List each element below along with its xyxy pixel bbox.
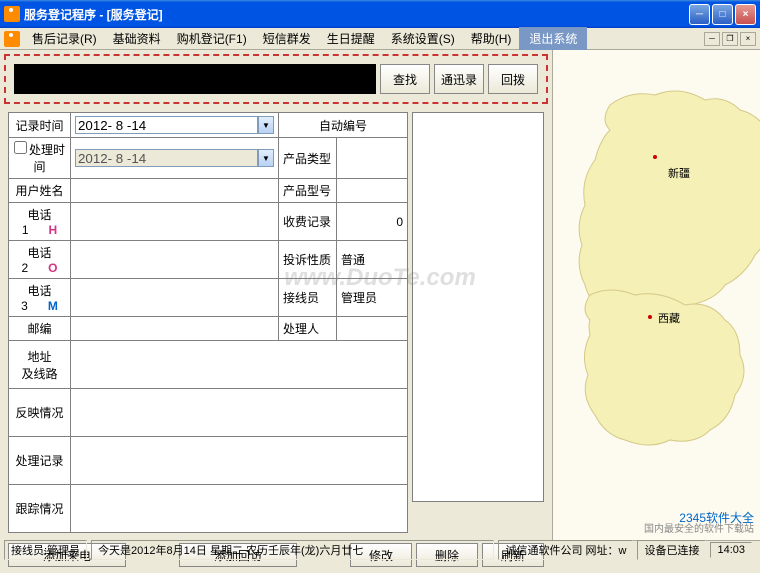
charge-record-label: 收费记录 [279,203,337,241]
operator-value[interactable]: 管理员 [337,279,408,317]
handler-label: 处理人 [279,317,337,341]
menu-help[interactable]: 帮助(H) [463,27,520,50]
address-label: 地址 及线路 [9,341,71,389]
contacts-button[interactable]: 通迅录 [434,64,484,94]
product-model-label: 产品型号 [279,179,337,203]
mdi-minimize[interactable]: ─ [704,32,720,46]
find-button[interactable]: 查找 [380,64,430,94]
menu-exit[interactable]: 退出系统 [519,27,587,50]
display-panel [412,112,544,502]
menu-bar: 售后记录(R) 基础资料 购机登记(F1) 短信群发 生日提醒 系统设置(S) … [0,28,760,50]
phone3-label: 电话3 [21,284,51,313]
status-date: 今天是2012年8月14日 星期二 农历壬辰年(龙)六月廿七 [91,540,494,560]
callback-button[interactable]: 回拨 [488,64,538,94]
postcode-value[interactable] [71,317,279,341]
process-time-label: 处理时间 [29,143,65,174]
menu-after-sales[interactable]: 售后记录(R) [24,27,105,50]
phone3-value[interactable] [71,279,279,317]
product-category-label: 产品类型 [279,138,337,179]
charge-record-value[interactable]: 0 [337,203,408,241]
complaint-nature-value[interactable]: 普通 [337,241,408,279]
menu-birthday[interactable]: 生日提醒 [319,27,383,50]
title-bar: 服务登记程序 - [服务登记] ─ □ × [0,0,760,28]
handler-value[interactable] [337,317,408,341]
process-record-label: 处理记录 [9,437,71,485]
process-time-dropdown[interactable]: ▼ [258,149,274,167]
menu-sms[interactable]: 短信群发 [255,27,319,50]
operator-label: 接线员 [279,279,337,317]
phone1-label: 电话1 [22,208,52,237]
phone3-letter: M [48,299,58,313]
phone2-label: 电话2 [21,246,51,275]
product-model-value[interactable] [337,179,408,203]
user-name-label: 用户姓名 [9,179,71,203]
search-display [14,64,376,94]
product-category-value[interactable] [337,138,408,179]
map-dot-xinjiang [653,155,657,159]
status-device: 设备已连接 [637,540,706,560]
maximize-button[interactable]: □ [712,4,733,25]
user-name-value[interactable] [71,179,279,203]
map-dot-xizang [648,315,652,319]
window-title: 服务登记程序 - [服务登记] [24,6,689,23]
close-button[interactable]: × [735,4,756,25]
map-label-xizang: 西藏 [658,310,680,326]
tracking-textarea[interactable] [71,485,407,529]
menu-settings[interactable]: 系统设置(S) [383,27,463,50]
corner-line2: 国内最安全的软件下载站 [644,524,754,536]
address-textarea[interactable] [71,341,407,385]
mdi-restore[interactable]: ❐ [722,32,738,46]
menu-purchase[interactable]: 购机登记(F1) [169,27,255,50]
corner-logo: 2345软件大全 国内最安全的软件下载站 [644,512,754,536]
form-table: 记录时间 ▼ 自动编号 处理时间 [8,112,408,533]
complaint-nature-label: 投诉性质 [279,241,337,279]
status-bar: 接线员:管理员 今天是2012年8月14日 星期二 农历壬辰年(龙)六月廿七 诚… [0,540,760,558]
app-icon [4,6,20,22]
record-time-input[interactable] [75,116,258,134]
corner-line1: 2345软件大全 [644,512,754,524]
menu-basic-data[interactable]: 基础资料 [105,27,169,50]
tracking-label: 跟踪情况 [9,485,71,533]
map-label-xinjiang: 新疆 [668,165,690,181]
map-panel: 新疆 西藏 2345软件大全 国内最安全的软件下载站 [552,50,760,540]
process-time-input [75,149,258,167]
phone1-letter: H [49,223,58,237]
process-record-textarea[interactable] [71,437,407,481]
phone2-value[interactable] [71,241,279,279]
mdi-close[interactable]: × [740,32,756,46]
minimize-button[interactable]: ─ [689,4,710,25]
process-time-checkbox[interactable] [14,141,27,154]
record-time-dropdown[interactable]: ▼ [258,116,274,134]
auto-number-label: 自动编号 [279,113,408,138]
status-company: 诚信通软件公司 网址：w [498,540,633,560]
status-time: 14:03 [710,542,752,558]
phone1-value[interactable] [71,203,279,241]
feedback-label: 反映情况 [9,389,71,437]
record-time-label: 记录时间 [9,113,71,138]
feedback-textarea[interactable] [71,389,407,433]
postcode-label: 邮编 [9,317,71,341]
status-operator: 接线员:管理员 [4,540,87,560]
map-svg [560,50,760,520]
phone2-letter: O [48,261,57,275]
search-bar: 查找 通迅录 回拨 [4,54,548,104]
app-icon-small [4,31,20,47]
